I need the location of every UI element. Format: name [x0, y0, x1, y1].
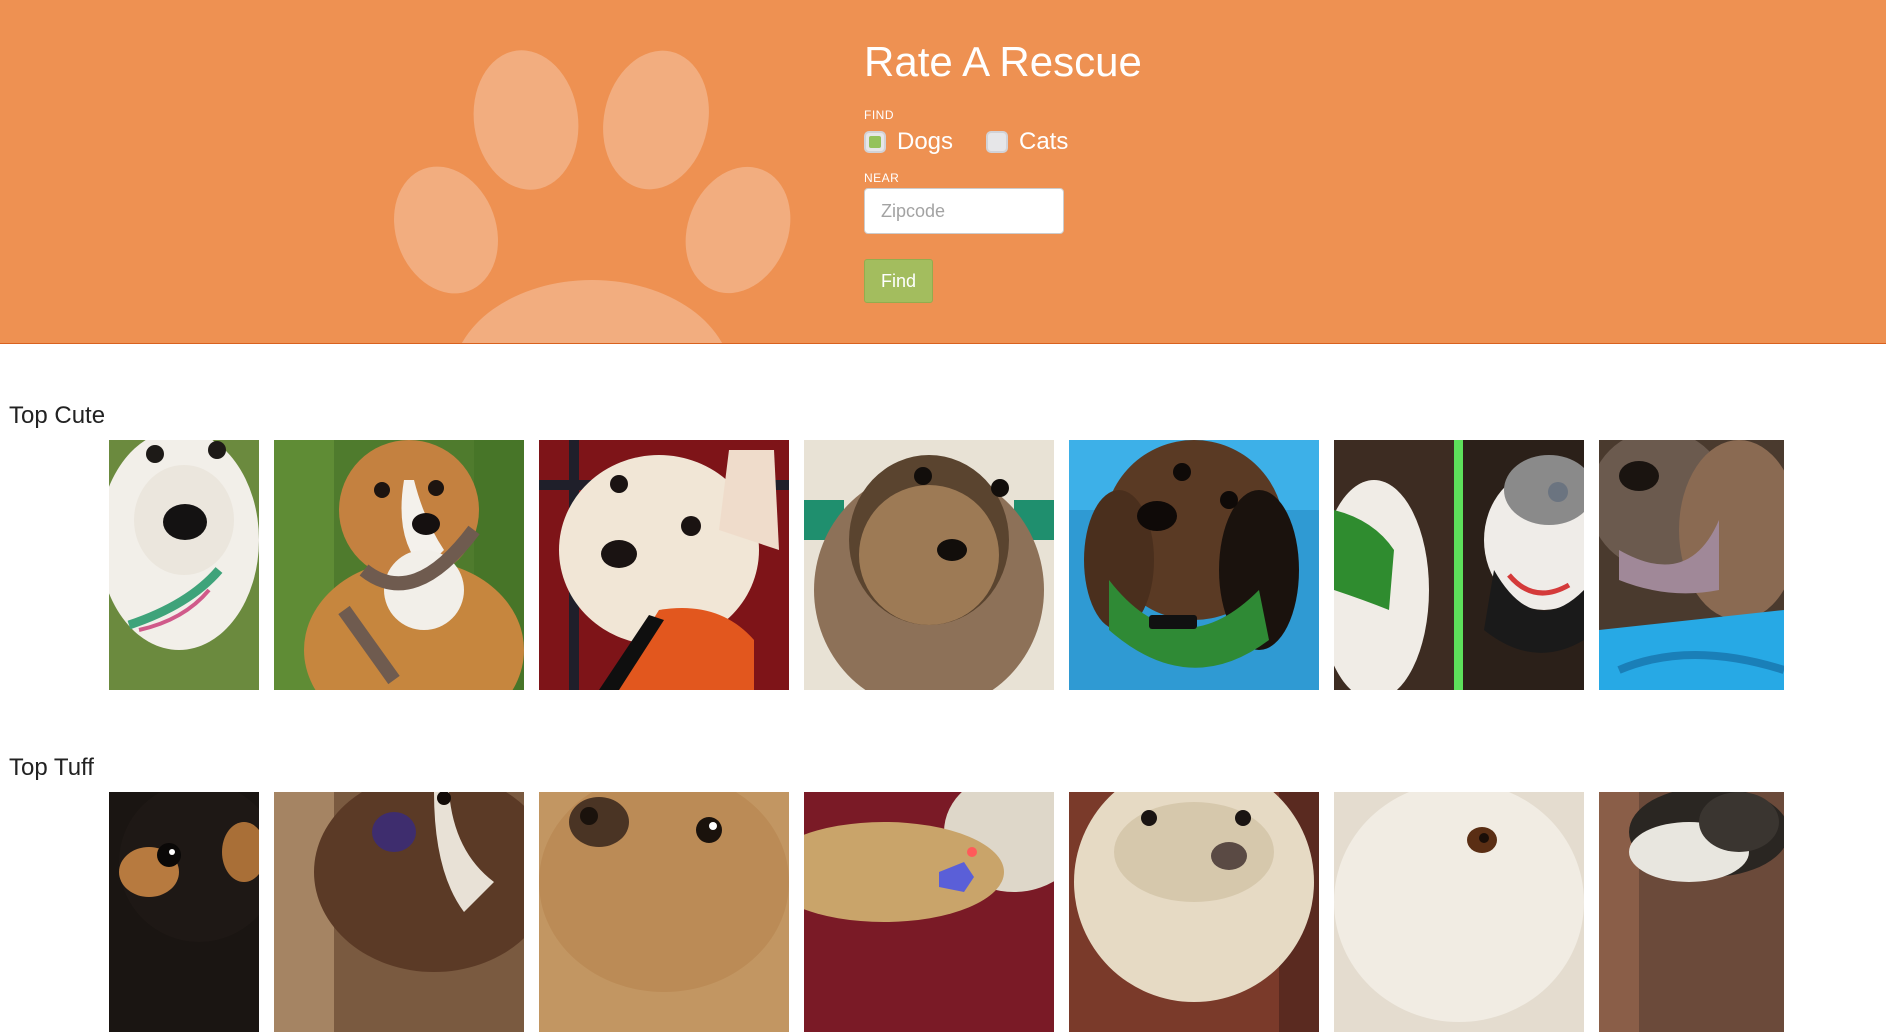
pet-photo[interactable] [274, 440, 524, 690]
pet-photo[interactable] [109, 792, 259, 1032]
pet-photo[interactable] [1599, 440, 1784, 690]
section-title-top-cute: Top Cute [9, 402, 106, 429]
pet-photo[interactable] [804, 792, 1054, 1032]
pet-photo[interactable] [1069, 440, 1319, 690]
cats-label: Cats [1019, 128, 1069, 155]
pet-photo[interactable] [1599, 792, 1784, 1032]
pet-photo[interactable] [1334, 792, 1584, 1032]
dogs-checkbox-option[interactable]: Dogs [864, 126, 953, 158]
dogs-label: Dogs [897, 128, 954, 155]
top-tuff-gallery [109, 792, 1784, 1032]
find-button[interactable]: Find [864, 259, 933, 303]
pet-photo[interactable] [274, 792, 524, 1032]
near-label: NEAR [864, 171, 900, 185]
dogs-checkbox[interactable] [864, 131, 886, 153]
hero-header: Rate A Rescue FIND Dogs Cats NEAR Find [0, 0, 1886, 344]
zipcode-input[interactable] [864, 188, 1064, 234]
pet-photo[interactable] [804, 440, 1054, 690]
site-title: Rate A Rescue [864, 38, 1142, 85]
cats-checkbox-option[interactable]: Cats [986, 126, 1068, 158]
pet-photo[interactable] [1069, 792, 1319, 1032]
pet-photo[interactable] [539, 792, 789, 1032]
pet-photo[interactable] [109, 440, 259, 690]
paw-print-icon [394, 50, 791, 343]
pet-photo[interactable] [539, 440, 789, 690]
top-cute-gallery [109, 440, 1784, 690]
section-title-top-tuff: Top Tuff [9, 754, 94, 781]
pet-photo[interactable] [1334, 440, 1584, 690]
find-label: FIND [864, 108, 894, 122]
cats-checkbox[interactable] [986, 131, 1008, 153]
